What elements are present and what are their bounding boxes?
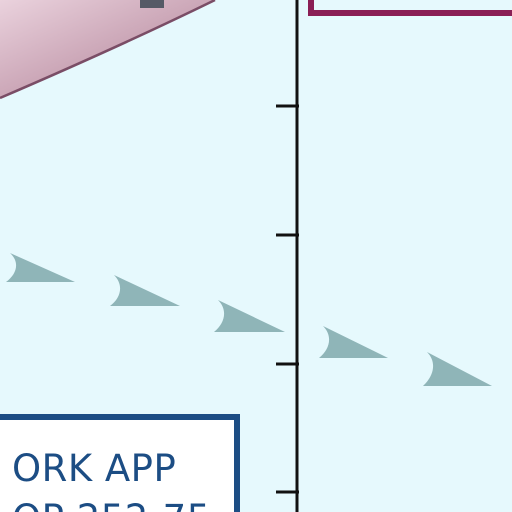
wing-marking [140,0,164,8]
illustration-scene: ORK APP OP 252-75 [0,0,512,512]
label-box: ORK APP OP 252-75 [0,414,240,512]
shark-fin-icon [423,352,492,386]
magenta-frame [308,0,512,16]
shark-fin-icon [6,253,75,282]
shark-fins [6,253,492,386]
label-line-1: ORK APP [12,447,177,490]
shark-fin-icon [319,326,388,358]
shark-fin-icon [214,300,285,332]
shark-fin-icon [110,275,180,306]
label-line-2: OP 252-75 [12,500,211,512]
